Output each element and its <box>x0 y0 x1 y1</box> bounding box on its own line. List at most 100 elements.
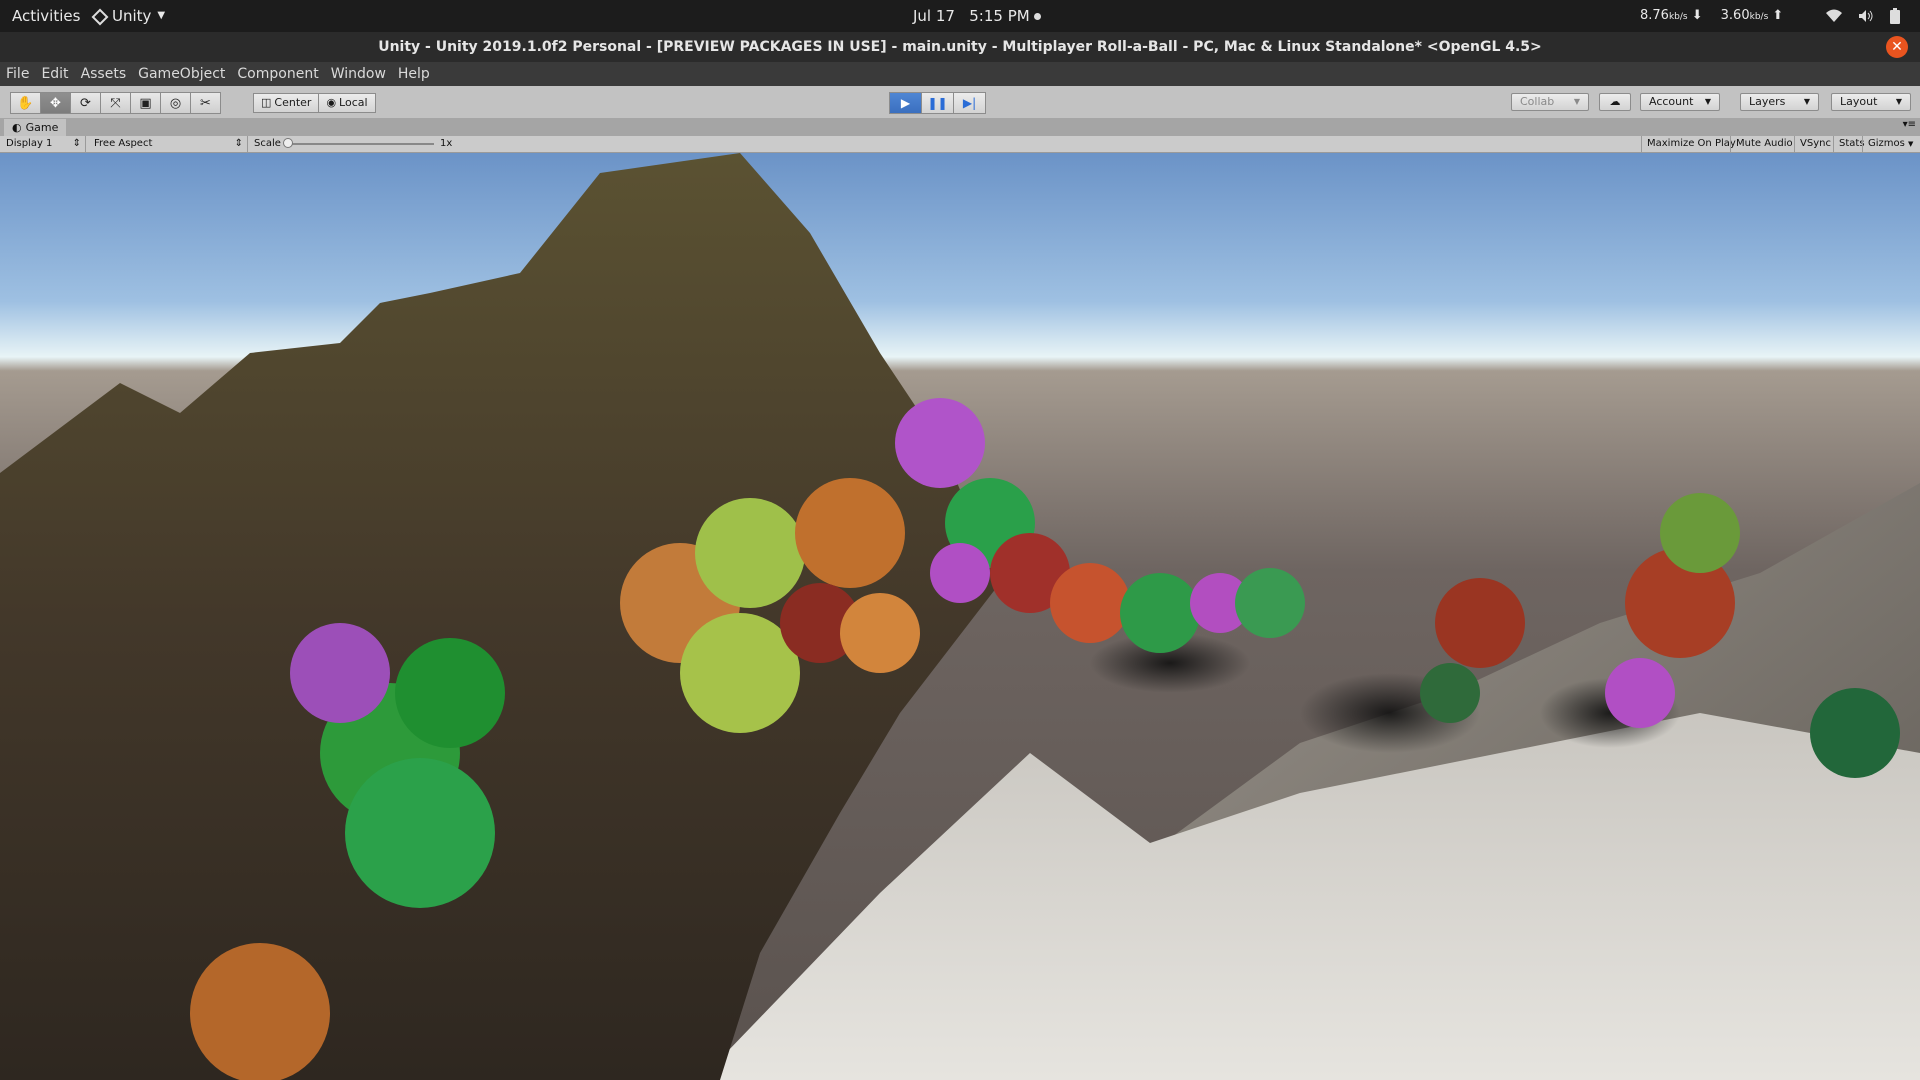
activities-button[interactable]: Activities <box>12 0 80 32</box>
hand-tool-button[interactable]: ✋ <box>10 92 41 114</box>
system-top-bar: Activities Unity ▼ Jul 17 5:15 PM 8.76kb… <box>0 0 1920 32</box>
wifi-icon <box>1826 9 1842 22</box>
tab-game-label: Game <box>25 121 59 134</box>
custom-tool-button[interactable]: ✂ <box>190 92 221 114</box>
system-tray[interactable] <box>1826 0 1900 32</box>
unity-logo-icon <box>92 9 106 23</box>
pivot-local-button[interactable]: ◉ Local <box>318 93 376 113</box>
upload-unit: kb/s <box>1749 12 1769 22</box>
chevron-down-icon: ▼ <box>1895 97 1902 106</box>
mute-audio-toggle[interactable]: Mute Audio <box>1730 136 1798 152</box>
play-button[interactable]: ▶ <box>889 92 922 114</box>
game-tab-bar: ◐ Game ▾≡ <box>0 118 1920 136</box>
network-speed-indicator[interactable]: 8.76kb/s ⬇ 3.60kb/s ⬆ <box>1640 0 1783 32</box>
move-tool-button[interactable]: ✥ <box>40 92 71 114</box>
chevron-updown-icon: ⇕ <box>234 138 243 149</box>
menu-window[interactable]: Window <box>325 62 392 86</box>
maximize-on-play-toggle[interactable]: Maximize On Play <box>1641 136 1741 152</box>
pivot-icon: ◫ <box>261 96 272 109</box>
arrow-up-icon: ⬆ <box>1772 8 1784 23</box>
chevron-down-icon: ▼ <box>1803 97 1810 106</box>
clock[interactable]: Jul 17 5:15 PM <box>913 0 1041 32</box>
menu-file[interactable]: File <box>0 62 35 86</box>
hand-icon: ✋ <box>17 95 34 111</box>
pivot-center-label: Center <box>274 96 312 109</box>
window-title: Unity - Unity 2019.1.0f2 Personal - [PRE… <box>378 39 1542 55</box>
menu-assets[interactable]: Assets <box>75 62 133 86</box>
date-label: Jul 17 <box>913 7 955 25</box>
layers-dropdown[interactable]: Layers ▼ <box>1740 93 1819 111</box>
close-icon: ✕ <box>1891 39 1903 55</box>
window-title-bar[interactable]: Unity - Unity 2019.1.0f2 Personal - [PRE… <box>0 32 1920 62</box>
menu-bar: File Edit Assets GameObject Component Wi… <box>0 62 1920 86</box>
rect-tool-button[interactable]: ▣ <box>130 92 161 114</box>
menu-component[interactable]: Component <box>231 62 324 86</box>
rotate-icon: ⟳ <box>80 95 91 111</box>
rect-icon: ▣ <box>139 95 152 111</box>
pivot-toggles: ◫ Center ◉ Local <box>253 93 376 113</box>
gizmos-label: Gizmos <box>1868 138 1905 149</box>
vsync-toggle[interactable]: VSync <box>1794 136 1836 152</box>
transform-icon: ◎ <box>169 95 182 111</box>
local-icon: ◉ <box>326 96 337 109</box>
close-window-button[interactable]: ✕ <box>1886 36 1908 58</box>
step-button[interactable]: ▶| <box>953 92 986 114</box>
pause-icon: ❚❚ <box>927 96 948 110</box>
scale-value: 1x <box>440 138 453 149</box>
play-icon: ▶ <box>900 96 911 110</box>
layout-dropdown[interactable]: Layout ▼ <box>1831 93 1911 111</box>
menu-edit[interactable]: Edit <box>35 62 74 86</box>
display-dropdown[interactable]: Display 1 ⇕ <box>0 136 86 152</box>
layout-label: Layout <box>1840 95 1878 108</box>
game-render <box>0 153 1920 1080</box>
upload-speed: 3.60 <box>1720 8 1750 23</box>
volume-icon <box>1859 10 1873 22</box>
transform-tools: ✋ ✥ ⟳ ⤧ ▣ ◎ ✂ <box>10 92 221 114</box>
game-view-controls: Display 1 ⇕ Free Aspect ⇕ Scale 1x Maxim… <box>0 136 1920 153</box>
scale-tool-button[interactable]: ⤧ <box>100 92 131 114</box>
collab-dropdown[interactable]: Collab ▼ <box>1511 93 1589 111</box>
chevron-updown-icon: ⇕ <box>72 138 81 149</box>
gizmos-dropdown[interactable]: Gizmos ▼ <box>1862 136 1918 152</box>
menu-help[interactable]: Help <box>392 62 436 86</box>
main-toolbar: ✋ ✥ ⟳ ⤧ ▣ ◎ ✂ ◫ Center ◉ Local ▶ ❚❚ ▶| Col… <box>0 86 1920 119</box>
chevron-down-icon: ▼ <box>1573 97 1580 106</box>
arrow-down-icon: ⬇ <box>1691 8 1703 23</box>
display-label: Display 1 <box>6 138 53 149</box>
cloud-icon: ☁ <box>1609 95 1621 108</box>
scale-icon: ⤧ <box>110 95 121 111</box>
pause-button[interactable]: ❚❚ <box>921 92 954 114</box>
download-speed: 8.76 <box>1640 8 1669 23</box>
account-label: Account <box>1649 95 1694 108</box>
move-icon: ✥ <box>50 95 61 111</box>
app-menu-label: Unity <box>112 7 152 25</box>
chevron-down-icon: ▼ <box>1704 97 1711 106</box>
game-viewport[interactable] <box>0 153 1920 1080</box>
tab-game[interactable]: ◐ Game <box>4 119 67 136</box>
download-unit: kb/s <box>1668 12 1688 22</box>
scale-slider-track[interactable] <box>288 143 434 145</box>
transform-tool-button[interactable]: ◎ <box>160 92 191 114</box>
layers-label: Layers <box>1749 95 1786 108</box>
step-icon: ▶| <box>962 96 977 110</box>
aspect-label: Free Aspect <box>94 138 153 149</box>
pivot-local-label: Local <box>339 96 368 109</box>
chevron-down-icon: ▼ <box>1908 140 1914 148</box>
scale-label: Scale <box>254 138 281 149</box>
account-dropdown[interactable]: Account ▼ <box>1640 93 1720 111</box>
cloud-button[interactable]: ☁ <box>1599 93 1631 111</box>
recording-dot-icon <box>1033 13 1041 20</box>
app-menu[interactable]: Unity ▼ <box>92 0 165 32</box>
collab-label: Collab <box>1520 95 1555 108</box>
rotate-tool-button[interactable]: ⟳ <box>70 92 101 114</box>
pivot-center-button[interactable]: ◫ Center <box>253 93 320 113</box>
playmode-controls: ▶ ❚❚ ▶| <box>889 92 986 114</box>
game-icon: ◐ <box>12 121 22 134</box>
tools-icon: ✂ <box>200 95 211 111</box>
aspect-dropdown[interactable]: Free Aspect ⇕ <box>88 136 248 152</box>
battery-icon <box>1890 8 1900 24</box>
scale-slider-thumb[interactable] <box>283 138 293 148</box>
tab-menu-icon[interactable]: ▾≡ <box>1903 119 1916 130</box>
menu-gameobject[interactable]: GameObject <box>132 62 231 86</box>
chevron-down-icon: ▼ <box>157 10 166 21</box>
